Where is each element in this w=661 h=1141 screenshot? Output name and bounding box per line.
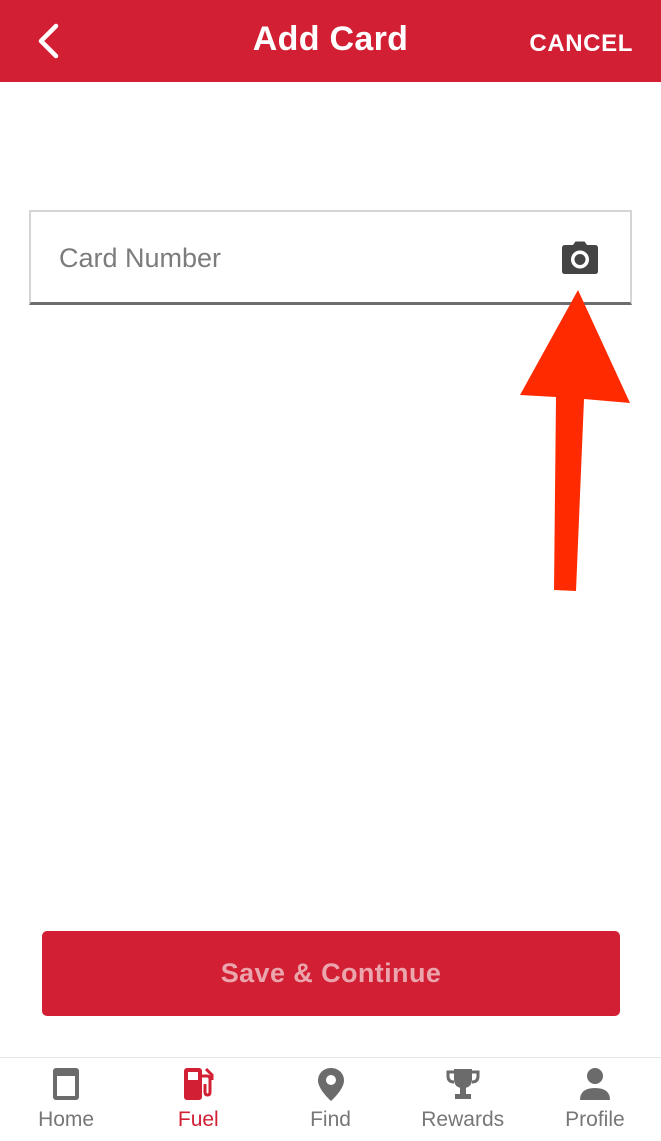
- add-card-screen: Add Card CANCEL Save & Continue Home: [0, 0, 661, 1141]
- app-header: Add Card CANCEL: [0, 0, 661, 82]
- location-pin-icon: [317, 1068, 344, 1101]
- nav-item-rewards[interactable]: Rewards: [397, 1058, 529, 1141]
- nav-label-profile: Profile: [565, 1108, 625, 1131]
- nav-label-find: Find: [310, 1108, 351, 1131]
- trophy-icon: [446, 1069, 480, 1099]
- camera-icon: [562, 241, 598, 274]
- nav-label-fuel: Fuel: [177, 1108, 219, 1131]
- nav-item-home[interactable]: Home: [0, 1058, 132, 1141]
- scan-card-button[interactable]: [561, 241, 599, 275]
- nav-item-fuel[interactable]: Fuel: [132, 1058, 264, 1141]
- home-icon: [53, 1068, 80, 1100]
- card-number-input[interactable]: [57, 232, 531, 284]
- nav-label-home: Home: [38, 1108, 95, 1131]
- bottom-navigation: Home Fuel Find Rewards Profile: [0, 1057, 661, 1141]
- save-continue-button[interactable]: Save & Continue: [42, 931, 620, 1016]
- fuel-pump-icon: [184, 1067, 214, 1100]
- cancel-button[interactable]: CANCEL: [529, 30, 633, 58]
- nav-item-profile[interactable]: Profile: [529, 1058, 661, 1141]
- red-arrow-annotation: [520, 290, 630, 591]
- nav-item-find[interactable]: Find: [264, 1058, 396, 1141]
- nav-label-rewards: Rewards: [421, 1108, 505, 1131]
- person-icon: [579, 1068, 610, 1100]
